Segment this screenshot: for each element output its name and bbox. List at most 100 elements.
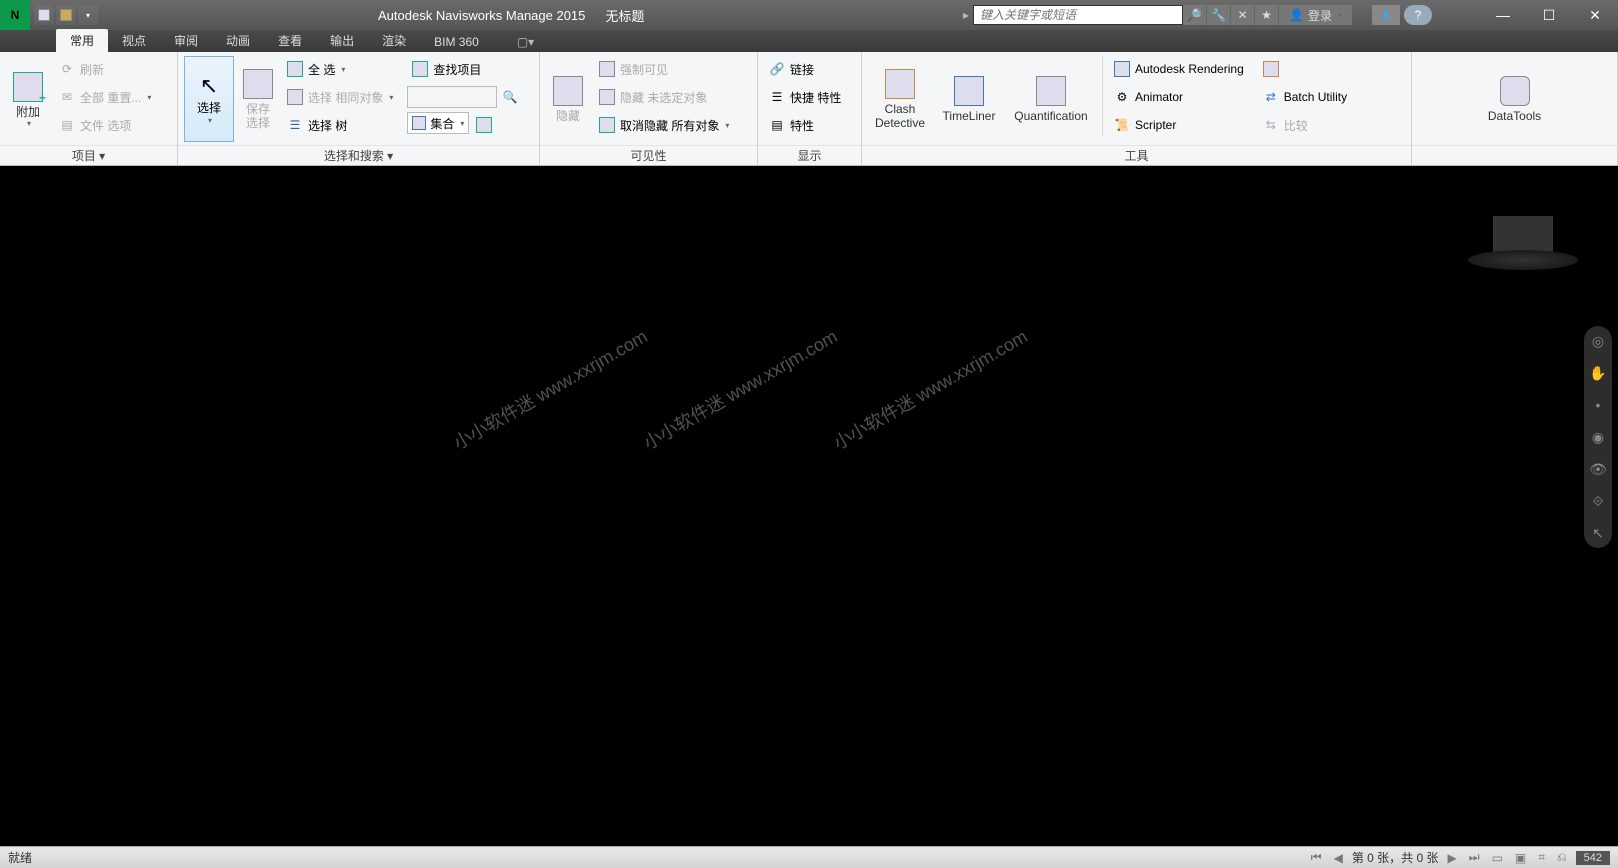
view-cube[interactable] xyxy=(1478,216,1568,286)
satellite-icon[interactable]: ✕ xyxy=(1231,5,1255,25)
maximize-button[interactable]: ☐ xyxy=(1526,0,1572,30)
appearance-profiler-icon xyxy=(1262,60,1280,78)
key-icon[interactable]: 🔧 xyxy=(1207,5,1231,25)
compare-button[interactable]: ⇆比较 xyxy=(1258,112,1351,138)
select-nav-icon[interactable]: ↖ xyxy=(1589,524,1607,542)
sheet-last-icon[interactable]: ⏭ xyxy=(1466,850,1483,865)
quick-find-input[interactable] xyxy=(407,86,497,108)
tab-animation[interactable]: 动画 xyxy=(212,29,264,52)
hide-button[interactable]: 隐藏 xyxy=(546,56,590,142)
sets-dropdown[interactable]: 集合 ▾ xyxy=(407,112,469,134)
links-button[interactable]: 🔗链接 xyxy=(764,56,845,82)
attach-button[interactable]: + 附加 ▾ xyxy=(6,56,50,142)
viewport-3d[interactable]: 小小软件迷 www.xxrjm.com 小小软件迷 www.xxrjm.com … xyxy=(0,166,1618,846)
timeliner-button[interactable]: TimeLiner xyxy=(936,56,1002,142)
zoom-icon[interactable]: • xyxy=(1589,396,1607,414)
status-ready: 就绪 xyxy=(0,849,1308,866)
quick-find-go-button[interactable]: 🔍 xyxy=(501,84,519,110)
tab-review[interactable]: 审阅 xyxy=(160,29,212,52)
animator-button[interactable]: ⚙Animator xyxy=(1109,84,1248,110)
quick-properties-button[interactable]: ☰快捷 特性 xyxy=(764,84,845,110)
cursor-icon: ↖ xyxy=(200,73,218,99)
panel-tools: Clash Detective TimeLiner Quantification… xyxy=(862,52,1412,165)
quantification-icon xyxy=(1035,75,1067,107)
close-button[interactable]: ✕ xyxy=(1572,0,1618,30)
quick-access-toolbar: ▾ xyxy=(34,5,98,25)
sheet-prev-icon[interactable]: ◀ xyxy=(1331,851,1346,865)
find-items-button[interactable]: 查找项目 xyxy=(407,56,519,82)
qat-dropdown-icon[interactable]: ▾ xyxy=(78,5,98,25)
scripter-button[interactable]: 📜Scripter xyxy=(1109,112,1248,138)
hide-unselected-button[interactable]: 隐藏 未选定对象 xyxy=(594,84,733,110)
watermark: 小小软件迷 www.xxrjm.com xyxy=(828,323,1032,456)
unhide-all-button[interactable]: 取消隐藏 所有对象▾ xyxy=(594,112,733,138)
properties-button[interactable]: ▤特性 xyxy=(764,112,845,138)
tab-view[interactable]: 查看 xyxy=(264,29,316,52)
select-same-icon xyxy=(286,88,304,106)
person-icon: 👤 xyxy=(1289,8,1304,22)
select-button[interactable]: ↖ 选择 ▾ xyxy=(184,56,234,142)
datatools-icon xyxy=(1499,75,1531,107)
login-button[interactable]: 👤 登录 ▾ xyxy=(1279,5,1352,25)
selection-inspector-button[interactable] xyxy=(473,112,495,138)
search-input[interactable] xyxy=(973,5,1183,25)
favorite-icon[interactable]: ★ xyxy=(1255,5,1279,25)
file-options-button[interactable]: ▤文件 选项 xyxy=(54,112,155,138)
app-logo[interactable]: N xyxy=(0,0,30,30)
pan-icon[interactable]: ✋ xyxy=(1589,364,1607,382)
tab-home[interactable]: 常用 xyxy=(56,29,108,52)
reset-all-button[interactable]: ✉全部 重置...▾ xyxy=(54,84,155,110)
hide-icon xyxy=(552,75,584,107)
watermark: 小小软件迷 www.xxrjm.com xyxy=(448,323,652,456)
help-icon[interactable]: ? xyxy=(1404,5,1432,25)
tab-overflow-icon[interactable]: ▢▾ xyxy=(503,32,533,52)
require-visible-button[interactable]: 强制可见 xyxy=(594,56,733,82)
reset-icon: ✉ xyxy=(58,88,76,106)
login-label: 登录 xyxy=(1308,7,1332,24)
clash-detective-button[interactable]: Clash Detective xyxy=(868,56,932,142)
tab-bim360[interactable]: BIM 360 xyxy=(420,32,493,52)
save-selection-button[interactable]: 保存 选择 xyxy=(238,56,278,142)
batch-utility-button[interactable]: ⇄Batch Utility xyxy=(1258,84,1351,110)
links-icon: 🔗 xyxy=(768,60,786,78)
selection-tree-button[interactable]: ☰选择 树 xyxy=(282,112,397,138)
require-icon xyxy=(598,60,616,78)
steering-wheel-icon[interactable]: ◎ xyxy=(1589,332,1607,350)
panel-display: 🔗链接 ☰快捷 特性 ▤特性 显示 xyxy=(758,52,862,165)
hide-unsel-icon xyxy=(598,88,616,106)
qat-new-icon[interactable] xyxy=(34,5,54,25)
search-expand-icon[interactable]: ▸ xyxy=(959,5,973,25)
inspector-icon xyxy=(475,116,493,134)
sb-icon-4[interactable]: ⎌ xyxy=(1554,850,1570,865)
panel-project-title[interactable]: 项目 ▾ xyxy=(0,145,177,165)
sheet-first-icon[interactable]: ⏮ xyxy=(1308,850,1325,865)
sheet-next-icon[interactable]: ▶ xyxy=(1445,851,1460,865)
panel-display-title: 显示 xyxy=(758,145,861,165)
scripter-icon: 📜 xyxy=(1113,116,1131,134)
appearance-profiler-button[interactable] xyxy=(1258,56,1351,82)
quantification-button[interactable]: Quantification xyxy=(1006,56,1096,142)
refresh-button[interactable]: ⟳刷新 xyxy=(54,56,155,82)
sb-icon-2[interactable]: ▣ xyxy=(1512,851,1529,865)
datatools-button[interactable]: DataTools xyxy=(1480,56,1550,142)
qat-open-icon[interactable] xyxy=(56,5,76,25)
autodesk-rendering-button[interactable]: Autodesk Rendering xyxy=(1109,56,1248,82)
panel-tools-title: 工具 xyxy=(862,145,1411,165)
sb-icon-1[interactable]: ▭ xyxy=(1489,851,1506,865)
document-title: 无标题 xyxy=(605,6,644,25)
panel-select-search-title[interactable]: 选择和搜索 ▾ xyxy=(178,145,539,165)
select-all-icon xyxy=(286,60,304,78)
tab-render[interactable]: 渲染 xyxy=(368,29,420,52)
walk-icon[interactable]: ⟐ xyxy=(1589,492,1607,510)
minimize-button[interactable]: — xyxy=(1480,0,1526,30)
search-binoculars-icon[interactable]: 🔎 xyxy=(1183,5,1207,25)
sb-icon-3[interactable]: ⌗ xyxy=(1535,850,1548,865)
select-same-button[interactable]: 选择 相同对象▾ xyxy=(282,84,397,110)
watermark: 小小软件迷 www.xxrjm.com xyxy=(638,323,842,456)
select-all-button[interactable]: 全 选▾ xyxy=(282,56,397,82)
orbit-icon[interactable]: ◉ xyxy=(1589,428,1607,446)
tab-viewpoint[interactable]: 视点 xyxy=(108,29,160,52)
look-icon[interactable]: 👁 xyxy=(1589,460,1607,478)
tab-output[interactable]: 输出 xyxy=(316,29,368,52)
exchange-apps-icon[interactable]: X xyxy=(1372,5,1400,25)
